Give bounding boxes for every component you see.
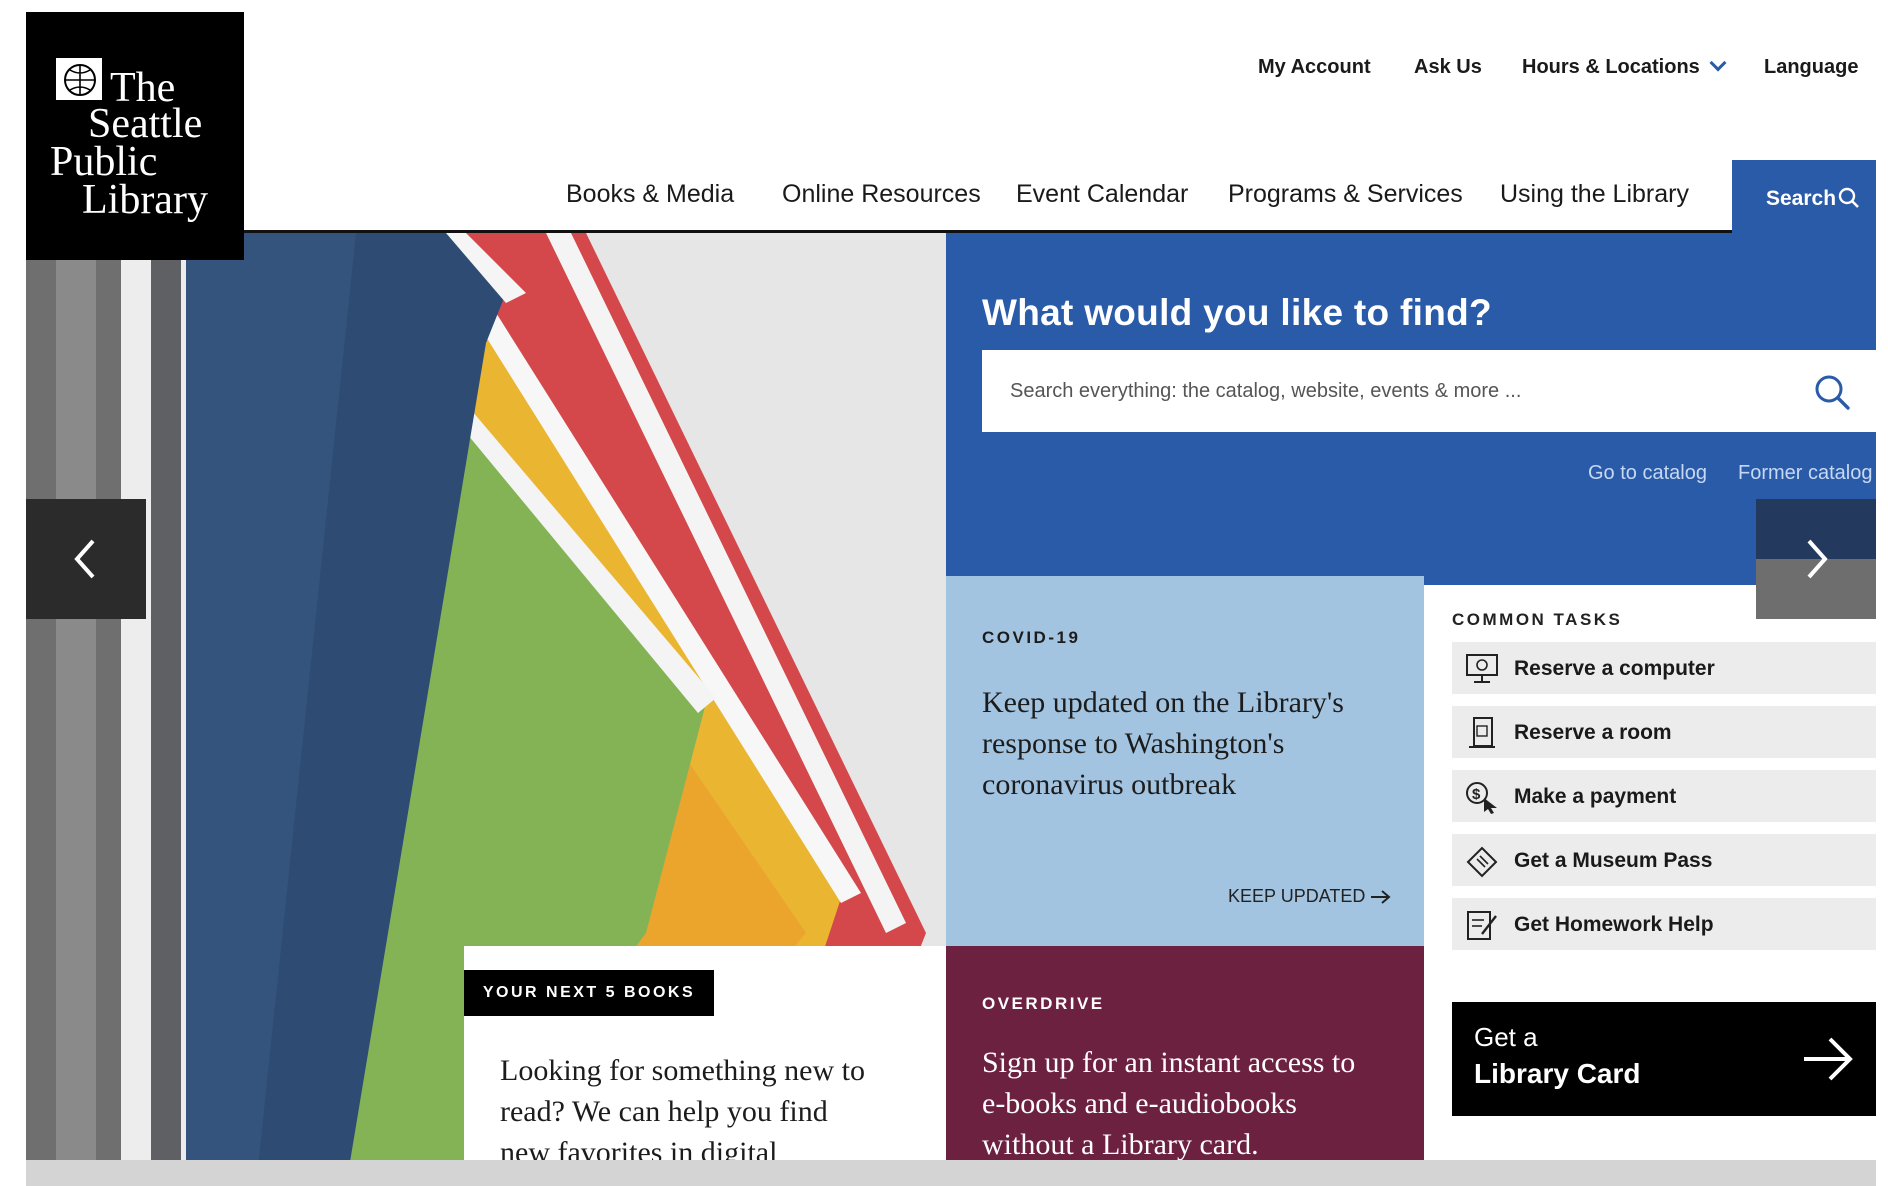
former-catalog-link[interactable]: Former catalog — [1738, 462, 1873, 485]
nav-using-library[interactable]: Using the Library — [1500, 180, 1689, 209]
computer-icon — [1466, 654, 1498, 683]
covid-text-line: response to Washington's — [982, 727, 1285, 760]
search-tab-button[interactable]: Search — [1732, 160, 1876, 233]
task-homework-help[interactable]: Get Homework Help — [1452, 898, 1876, 950]
arrow-right-icon — [1804, 1037, 1853, 1081]
keep-updated-label: KEEP UPDATED — [1228, 886, 1366, 906]
overdrive-text: Sign up for an instant access to e-books… — [982, 1042, 1355, 1165]
door-icon — [1469, 717, 1495, 748]
ask-us-link[interactable]: Ask Us — [1414, 56, 1482, 79]
arrow-right-icon — [1371, 890, 1391, 905]
covid-kicker: COVID-19 — [982, 628, 1081, 647]
logo-line-3: Public — [50, 139, 158, 185]
library-card-line2: Library Card — [1474, 1058, 1641, 1089]
search-tab-label: Search — [1766, 187, 1837, 210]
task-label: Get a Museum Pass — [1514, 849, 1713, 872]
hours-locations-menu[interactable]: Hours & Locations — [1522, 54, 1727, 79]
search-placeholder: Search everything: the catalog, website,… — [1010, 380, 1522, 402]
nav-programs-services[interactable]: Programs & Services — [1228, 180, 1463, 209]
chevron-left-icon — [74, 539, 95, 579]
library-card-line1: Get a — [1474, 1022, 1538, 1052]
next5-text-line: Looking for something new to — [500, 1054, 865, 1087]
next5-tag-label: YOUR NEXT 5 BOOKS — [482, 984, 696, 1001]
carousel-next-button[interactable] — [1756, 499, 1876, 619]
overdrive-card[interactable]: OVERDRIVE Sign up for an instant access … — [946, 946, 1424, 1186]
covid-text-line: coronavirus outbreak — [982, 768, 1237, 801]
nav-books-media[interactable]: Books & Media — [566, 180, 734, 209]
task-label: Get Homework Help — [1514, 913, 1714, 936]
payment-icon: $ — [1466, 782, 1497, 814]
nav-event-calendar[interactable]: Event Calendar — [1016, 180, 1188, 209]
library-logo[interactable]: The Seattle Public Library — [26, 12, 244, 260]
task-label: Reserve a room — [1514, 721, 1672, 744]
hours-locations-label: Hours & Locations — [1522, 56, 1700, 78]
overdrive-text-line: e-books and e-audiobooks — [982, 1087, 1297, 1120]
overdrive-text-line: Sign up for an instant access to — [982, 1046, 1356, 1079]
keep-updated-link[interactable]: KEEP UPDATED — [1228, 886, 1392, 907]
nav-online-resources[interactable]: Online Resources — [782, 180, 981, 209]
next5-tag: YOUR NEXT 5 BOOKS — [464, 970, 714, 1016]
overdrive-kicker: OVERDRIVE — [982, 994, 1105, 1013]
ticket-icon — [1466, 846, 1498, 878]
language-menu[interactable]: Language — [1764, 56, 1858, 79]
task-reserve-room[interactable]: Reserve a room — [1452, 706, 1876, 758]
next5-text: Looking for something new to read? We ca… — [500, 1050, 865, 1173]
next5-text-line: read? We can help you find — [500, 1095, 828, 1128]
logo-line-2: Seattle — [88, 101, 203, 147]
overdrive-text-line: without a Library card. — [982, 1128, 1259, 1161]
page: The Seattle Public Library My Account As… — [26, 12, 1876, 1186]
task-make-payment[interactable]: $ Make a payment — [1452, 770, 1876, 822]
task-reserve-computer[interactable]: Reserve a computer — [1452, 642, 1876, 694]
search-input[interactable]: Search everything: the catalog, website,… — [982, 350, 1876, 432]
task-label: Reserve a computer — [1514, 657, 1715, 680]
task-label: Make a payment — [1514, 785, 1677, 808]
bottom-scrollbar — [26, 1160, 1876, 1186]
homework-icon — [1467, 911, 1497, 940]
globe-hand-icon — [56, 58, 102, 100]
carousel-prev-button[interactable] — [26, 499, 146, 619]
chevron-down-icon — [1709, 54, 1727, 72]
chevron-right-icon — [1807, 539, 1828, 579]
task-museum-pass[interactable]: Get a Museum Pass — [1452, 834, 1876, 886]
search-submit-icon[interactable] — [1812, 372, 1852, 412]
covid-text-line: Keep updated on the Library's — [982, 686, 1344, 719]
my-account-link[interactable]: My Account — [1258, 56, 1371, 79]
common-tasks-title: COMMON TASKS — [1452, 610, 1623, 629]
search-panel-title: What would you like to find? — [982, 292, 1492, 333]
search-icon — [1838, 187, 1859, 208]
svg-text:$: $ — [1472, 786, 1481, 803]
go-to-catalog-link[interactable]: Go to catalog — [1588, 462, 1707, 485]
logo-line-4: Library — [82, 177, 208, 223]
covid-text: Keep updated on the Library's response t… — [982, 682, 1344, 805]
get-library-card-button[interactable]: Get a Library Card — [1452, 1002, 1876, 1116]
